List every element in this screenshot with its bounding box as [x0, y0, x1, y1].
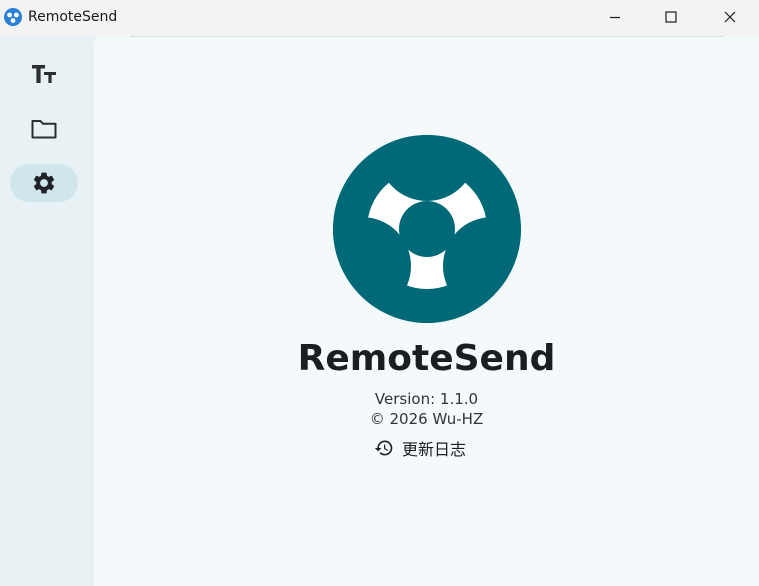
maximize-icon	[665, 11, 677, 23]
window-title: RemoteSend	[28, 9, 118, 25]
divider	[130, 36, 724, 37]
close-icon	[724, 11, 736, 23]
copyright-text: © 2026 Wu-HZ	[369, 410, 484, 428]
text-size-icon	[32, 65, 56, 83]
changelog-label: 更新日志	[402, 440, 467, 459]
changelog-button[interactable]: 更新日志	[374, 435, 466, 461]
minimize-button[interactable]	[586, 0, 644, 34]
minimize-icon	[610, 16, 620, 19]
sidebar-item-text[interactable]	[10, 55, 78, 93]
product-name: RemoteSend	[297, 338, 556, 379]
app-window: RemoteSend RemoteSend Version: 1.1.0 © 2…	[0, 0, 759, 586]
close-button[interactable]	[701, 0, 759, 34]
version-text: Version: 1.1.0	[374, 390, 479, 408]
folder-icon	[31, 120, 57, 139]
title-bar: RemoteSend	[0, 0, 759, 36]
history-icon	[374, 440, 393, 456]
sidebar-item-files[interactable]	[10, 110, 78, 148]
gear-icon	[33, 172, 55, 194]
maximize-button[interactable]	[642, 0, 700, 34]
sidebar	[0, 36, 94, 586]
sidebar-item-settings[interactable]	[10, 164, 78, 202]
product-logo	[333, 135, 521, 323]
about-page: RemoteSend Version: 1.1.0 © 2026 Wu-HZ 更…	[94, 36, 759, 586]
app-logo-icon	[4, 8, 22, 26]
